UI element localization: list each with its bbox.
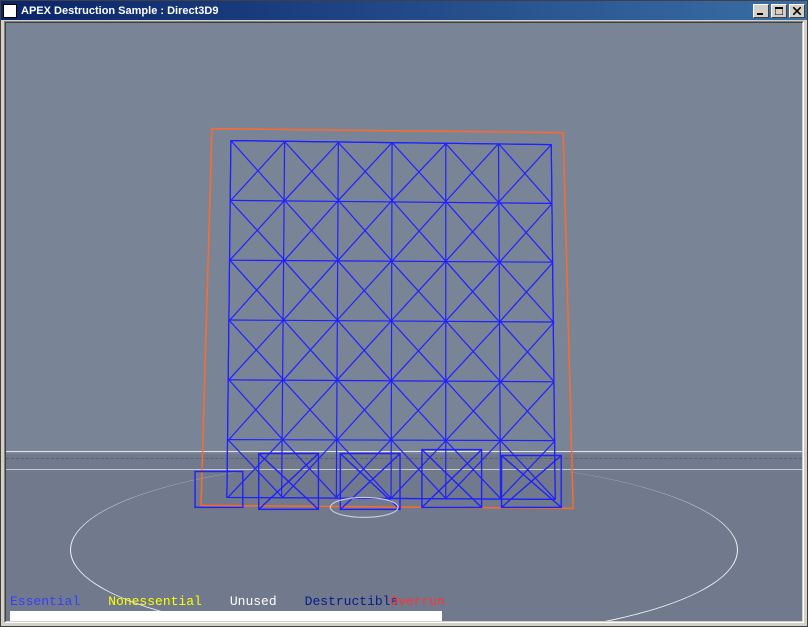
minimize-button[interactable] (753, 4, 769, 18)
maximize-button[interactable] (771, 4, 787, 18)
legend-nonessential: Nonessential (108, 594, 202, 609)
legend-essential: Essential (10, 594, 80, 609)
legend-overrun: Overrun (390, 594, 445, 609)
legend: Essential Nonessential Unused Destructib… (10, 594, 445, 609)
legend-unused: Unused (230, 594, 277, 609)
wireframe-scene (6, 23, 802, 621)
window-title: APEX Destruction Sample : Direct3D9 (21, 5, 751, 17)
app-window: APEX Destruction Sample : Direct3D9 (0, 0, 808, 627)
destructible-mesh (195, 141, 561, 518)
bounding-box (201, 129, 573, 509)
legend-destructible: Destructible (305, 594, 399, 609)
usage-bar (10, 611, 442, 621)
viewport-3d[interactable]: Essential Nonessential Unused Destructib… (6, 23, 802, 621)
close-button[interactable] (789, 4, 805, 18)
titlebar: APEX Destruction Sample : Direct3D9 (1, 1, 807, 20)
app-icon (3, 4, 17, 18)
